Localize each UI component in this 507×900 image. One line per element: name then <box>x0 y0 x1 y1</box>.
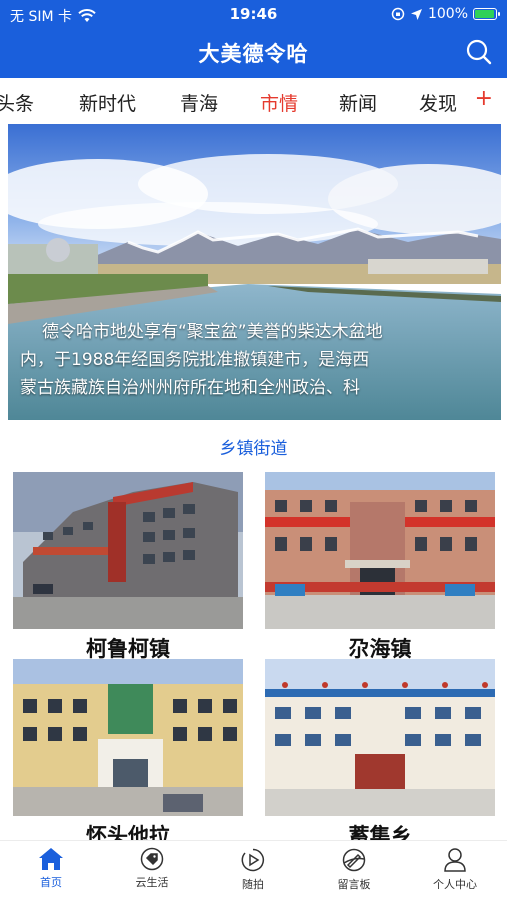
tabbar-label: 个人中心 <box>433 878 477 891</box>
camera-play-icon <box>241 848 265 872</box>
tab-city-info[interactable]: 市情 <box>260 89 298 116</box>
tabbar-snapshot[interactable]: 随拍 <box>213 847 293 892</box>
category-tabs: 头条 新时代 青海 市情 新闻 发现 + <box>0 78 507 124</box>
town-photo <box>13 659 243 816</box>
tabbar-label: 随拍 <box>242 878 264 891</box>
town-photo <box>13 472 243 629</box>
search-icon[interactable] <box>465 38 493 66</box>
home-icon <box>39 848 63 870</box>
tab-news[interactable]: 新闻 <box>339 89 377 116</box>
location-arrow-icon <box>410 8 422 20</box>
tabbar-home[interactable]: 首页 <box>11 847 91 890</box>
town-photo <box>265 659 495 816</box>
tab-discover[interactable]: 发现 <box>419 89 457 116</box>
person-icon <box>444 848 466 872</box>
battery-percent: 100% <box>427 6 468 22</box>
banner-caption-line: 德令哈市地处享有“聚宝盆”美誉的柴达木盆地 <box>42 322 383 342</box>
tabbar-label: 留言板 <box>337 878 371 891</box>
status-bar: 无 SIM 卡 19:46 100% <box>0 0 507 30</box>
battery-fill <box>475 10 494 18</box>
banner-caption: 德令哈市地处享有“聚宝盆”美誉的柴达木盆地 内，于1988年经国务院批准撤镇建市… <box>8 318 501 402</box>
tabbar-profile[interactable]: 个人中心 <box>415 847 495 892</box>
add-tab-button[interactable]: + <box>475 86 493 111</box>
app-title: 大美德令哈 <box>198 42 309 66</box>
town-photo <box>265 472 495 629</box>
banner-caption-line: 内，于1988年经国务院批准撤镇建市，是海西 <box>20 350 370 370</box>
battery-icon <box>473 8 500 20</box>
tabbar-cloud-life[interactable]: 云生活 <box>112 847 192 890</box>
town-card-huaitoutala[interactable]: 怀头他拉 <box>13 659 243 850</box>
message-board-icon <box>342 848 366 872</box>
town-card-kelukezhen[interactable]: 柯鲁柯镇 <box>13 472 243 663</box>
town-card-gahaizhen[interactable]: 尕海镇 <box>265 472 495 663</box>
tabbar-label: 首页 <box>40 876 62 889</box>
banner-caption-line: 蒙古族藏族自治州州府所在地和全州政治、科 <box>20 378 360 398</box>
orientation-lock-icon <box>391 7 405 21</box>
tab-headlines[interactable]: 头条 <box>0 89 34 116</box>
tag-icon <box>140 847 164 871</box>
tab-qinghai[interactable]: 青海 <box>180 89 218 116</box>
app-screen: 无 SIM 卡 19:46 100% 大美德令哈 头条 新时代 青海 市情 新闻… <box>0 0 507 900</box>
town-card-xujixiang[interactable]: 蓄集乡 <box>265 659 495 850</box>
bottom-tab-bar: 首页 云生活 随拍 留言板 个人中心 <box>0 840 507 900</box>
top-bar: 无 SIM 卡 19:46 100% 大美德令哈 <box>0 0 507 78</box>
tabbar-label: 云生活 <box>135 876 169 889</box>
section-title[interactable]: 乡镇街道 <box>0 434 507 459</box>
tabbar-message-board[interactable]: 留言板 <box>314 847 394 892</box>
status-right: 100% <box>391 6 500 22</box>
tab-new-era[interactable]: 新时代 <box>79 89 136 116</box>
banner-carousel[interactable]: 德令哈市地处享有“聚宝盆”美誉的柴达木盆地 内，于1988年经国务院批准撤镇建市… <box>8 124 501 420</box>
